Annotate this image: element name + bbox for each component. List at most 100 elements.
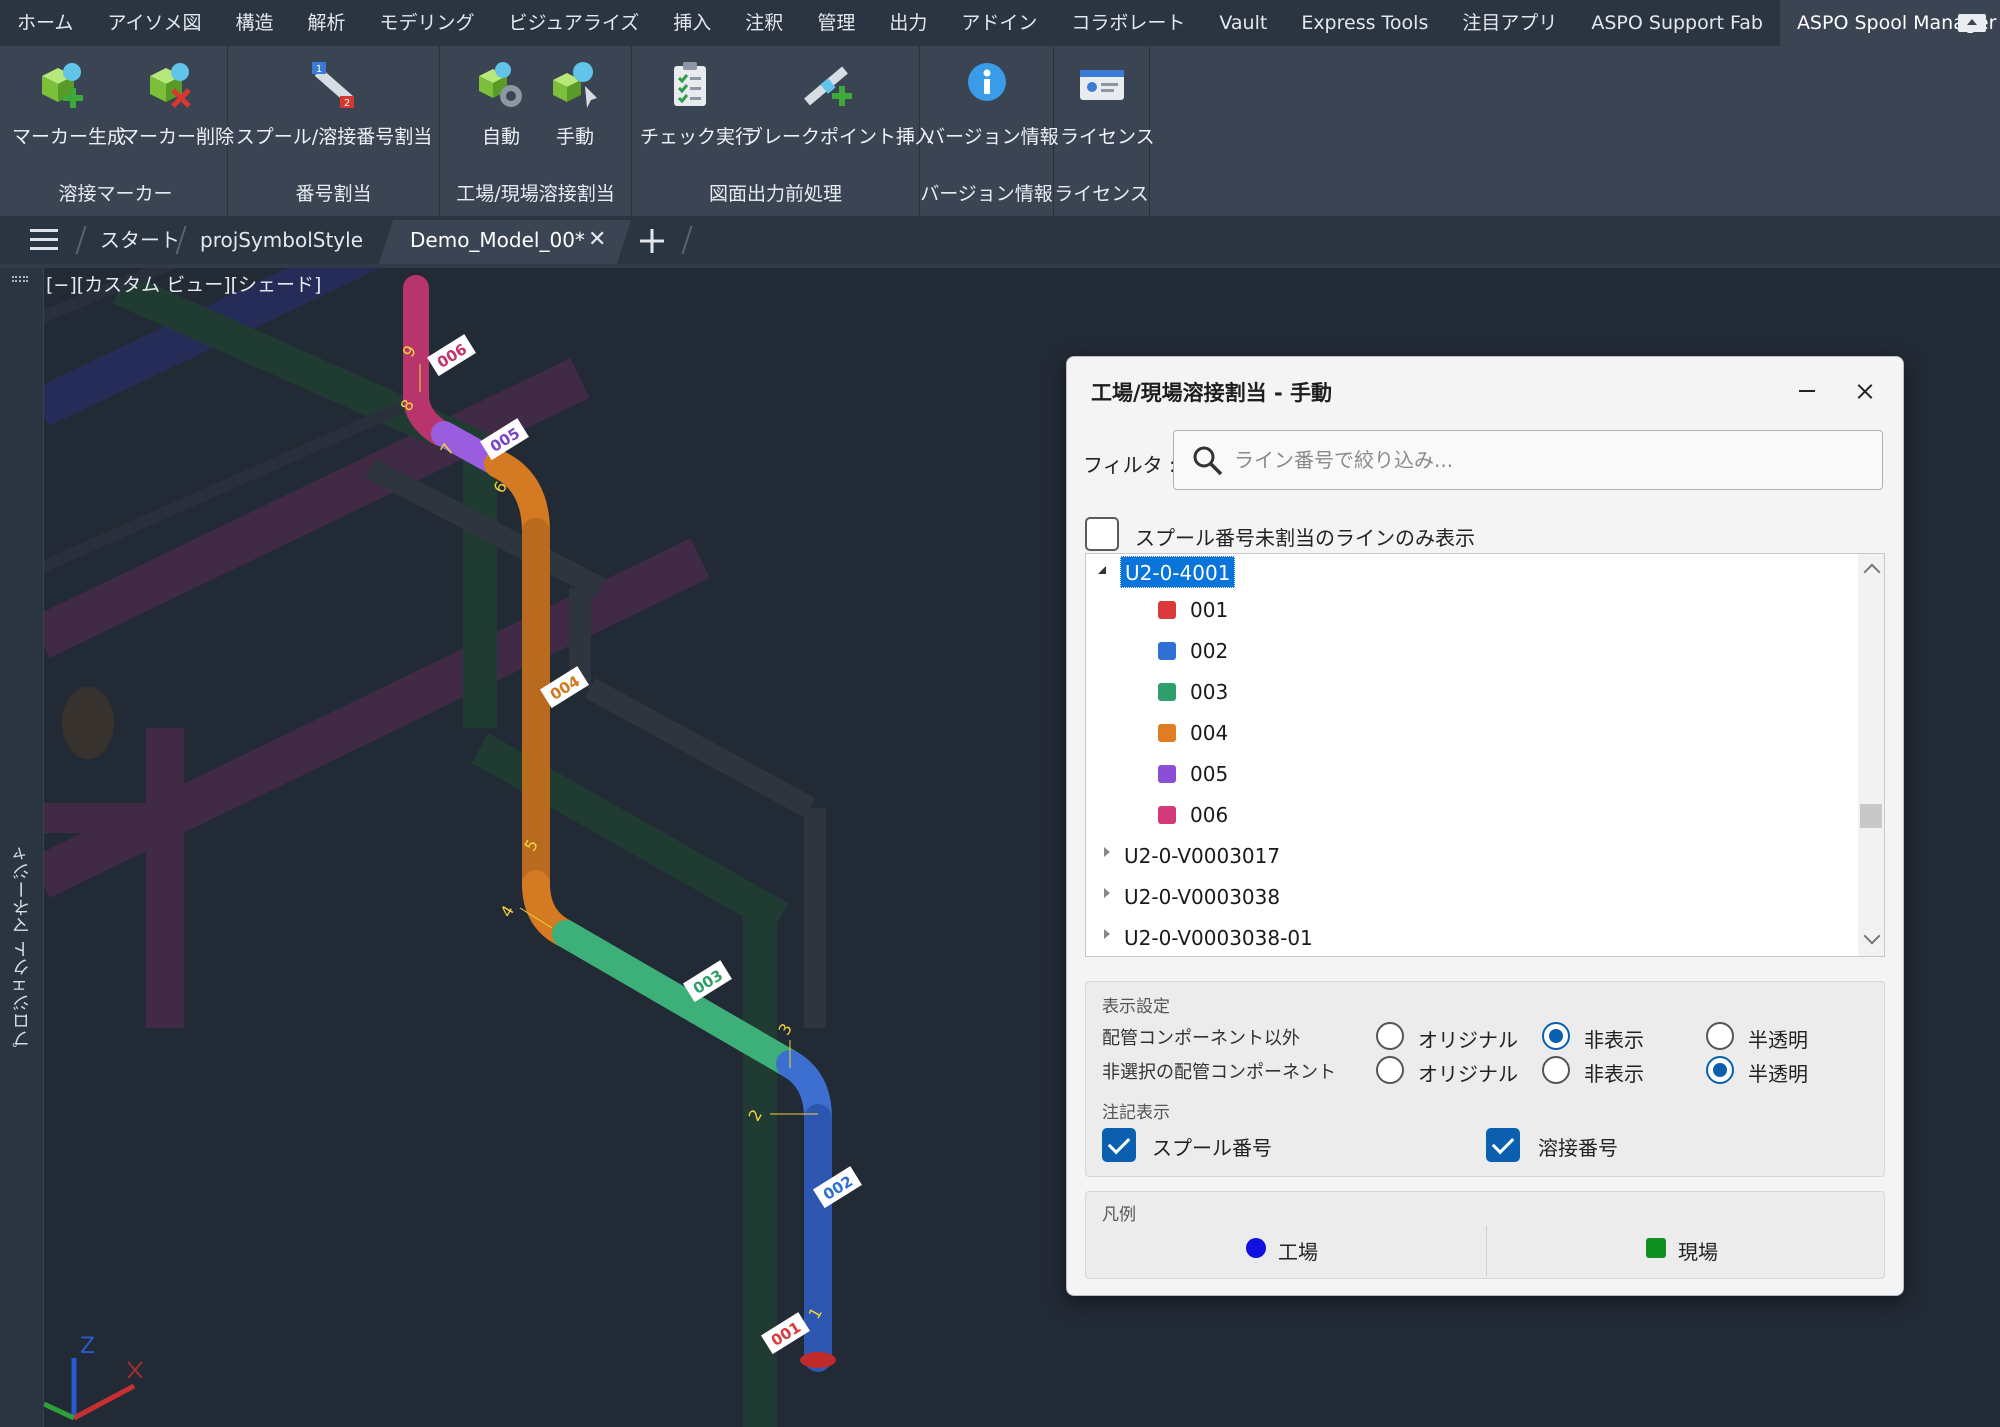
- insert-breakpoint-button[interactable]: ブレークポイント挿入: [744, 58, 934, 149]
- ribbon-tab[interactable]: アイソメ図: [90, 0, 218, 46]
- axis-z-label: Z: [80, 1334, 95, 1359]
- group-title-weld-marker: 溶接マーカー: [58, 183, 173, 205]
- option-label: オリジナル: [1418, 1028, 1518, 1052]
- non-piping-hidden-radio[interactable]: [1542, 1022, 1570, 1050]
- filter-label: フィルタ :: [1083, 453, 1176, 477]
- svg-text:1: 1: [316, 64, 322, 75]
- tree-node-spool-001[interactable]: 001: [1190, 591, 1228, 629]
- weld-number-label: 溶接番号: [1538, 1136, 1618, 1160]
- viewport-control-label[interactable]: [−][カスタム ビュー][シェード]: [46, 270, 321, 297]
- spool-color-swatch-005: [1158, 765, 1176, 783]
- option-label: 半透明: [1748, 1062, 1808, 1086]
- expand-arrow-icon[interactable]: [1104, 846, 1111, 858]
- spool-number-label: スプール番号: [1152, 1136, 1272, 1160]
- expand-arrow-icon[interactable]: [1104, 887, 1111, 899]
- version-info-button[interactable]: バージョン情報: [926, 58, 1059, 149]
- tree-node-spool-006[interactable]: 006: [1190, 796, 1228, 834]
- ribbon-tab[interactable]: 挿入: [656, 0, 728, 46]
- delete-marker-button[interactable]: マーカー削除: [120, 58, 235, 149]
- create-marker-button[interactable]: マーカー生成: [12, 58, 127, 149]
- non-piping-original-radio[interactable]: [1376, 1022, 1404, 1050]
- grip-icon[interactable]: [12, 276, 28, 282]
- ribbon-tab[interactable]: Vault: [1202, 0, 1284, 46]
- checklist-icon: [674, 62, 706, 106]
- weld-number-checkbox[interactable]: [1486, 1128, 1520, 1162]
- tab-proj-symbol-style[interactable]: projSymbolStyle: [200, 216, 363, 264]
- spool-color-swatch-006: [1158, 806, 1176, 824]
- spool-number-checkbox[interactable]: [1102, 1128, 1136, 1162]
- tree-scrollbar[interactable]: [1858, 554, 1884, 956]
- tree-node-spool-002[interactable]: 002: [1190, 632, 1228, 670]
- spool-end-001[interactable]: [800, 1352, 836, 1368]
- unselected-translucent-radio[interactable]: [1706, 1056, 1734, 1084]
- ribbon-tab[interactable]: モデリング: [363, 0, 492, 46]
- create-marker-label: マーカー生成: [12, 126, 127, 148]
- scrollbar-thumb[interactable]: [1860, 804, 1882, 828]
- tree-node-line[interactable]: U2-0-V0003038-01: [1124, 919, 1313, 956]
- scroll-down-icon[interactable]: [1863, 927, 1881, 945]
- ribbon-tab[interactable]: Express Tools: [1284, 0, 1445, 46]
- ribbon-tab[interactable]: 管理: [800, 0, 872, 46]
- tab-start[interactable]: スタート: [100, 216, 180, 264]
- project-manager-label[interactable]: プロジェクト マネージャ: [10, 844, 34, 1048]
- ribbon-tab[interactable]: 出力: [872, 0, 944, 46]
- collapse-arrow-icon[interactable]: [1098, 566, 1106, 574]
- assign-number-button[interactable]: 1 2 スプール/溶接番号割当: [234, 58, 434, 149]
- shop-legend-dot: [1246, 1238, 1266, 1258]
- non-piping-row-label: 配管コンポーネント以外: [1102, 1028, 1300, 1049]
- unselected-original-radio[interactable]: [1376, 1056, 1404, 1084]
- tree-node-spool-003[interactable]: 003: [1190, 673, 1228, 711]
- license-button[interactable]: ライセンス: [1060, 58, 1155, 149]
- assign-number-label: スプール/溶接番号割当: [235, 126, 433, 148]
- tree-node-line[interactable]: U2-0-V0003038: [1124, 878, 1280, 916]
- minimize-icon[interactable]: [1787, 371, 1827, 411]
- expand-arrow-icon[interactable]: [1104, 928, 1111, 940]
- ribbon-tab[interactable]: ASPO Support Fab: [1574, 0, 1780, 46]
- non-piping-translucent-radio[interactable]: [1706, 1022, 1734, 1050]
- group-license: ライセンス ライセンス: [1054, 46, 1155, 216]
- close-icon[interactable]: [1845, 371, 1885, 411]
- ribbon-tab[interactable]: ホーム: [0, 0, 90, 46]
- ribbon-tab[interactable]: 注目アプリ: [1445, 0, 1574, 46]
- spool-color-swatch-002: [1158, 642, 1176, 660]
- ribbon-tab[interactable]: アドイン: [944, 0, 1054, 46]
- line-tree[interactable]: U2-0-4001 001 002 003 004 005 006 U2-0-V…: [1085, 553, 1885, 957]
- menu-icon[interactable]: [30, 229, 58, 251]
- tree-node-line[interactable]: U2-0-V0003017: [1124, 837, 1280, 875]
- ribbon-tab[interactable]: 構造: [219, 0, 291, 46]
- group-title-shop-field: 工場/現場溶接割当: [456, 183, 615, 205]
- manual-assign-icon: [553, 62, 597, 108]
- ribbon-tab[interactable]: 解析: [291, 0, 363, 46]
- delete-marker-label: マーカー削除: [120, 126, 235, 148]
- run-check-button[interactable]: チェック実行: [640, 58, 754, 149]
- close-tab-icon[interactable]: ✕: [588, 216, 606, 264]
- ribbon-tab-bar: ホーム アイソメ図 構造 解析 モデリング ビジュアライズ 挿入 注釈 管理 出力 アドイン コラボレ…: [0, 0, 2000, 46]
- weld-number-3[interactable]: 3: [774, 1020, 796, 1038]
- filter-input[interactable]: [1234, 441, 1854, 479]
- manual-assign-label: 手動: [555, 126, 594, 148]
- weld-number-4[interactable]: 4: [496, 902, 518, 920]
- only-unassigned-label: スプール番号未割当のラインのみ表示: [1135, 526, 1475, 550]
- ribbon-tab[interactable]: 注釈: [728, 0, 800, 46]
- tree-node-spool-004[interactable]: 004: [1190, 714, 1228, 752]
- ribbon-tab[interactable]: コラボレート: [1054, 0, 1202, 46]
- ribbon-tab[interactable]: ビジュアライズ: [492, 0, 657, 46]
- tree-node-root[interactable]: U2-0-4001: [1120, 556, 1236, 588]
- new-tab-icon[interactable]: [640, 229, 664, 253]
- ribbon-minimize-icon[interactable]: [1958, 14, 1986, 32]
- manual-assign-button[interactable]: 手動: [540, 58, 610, 149]
- spool-color-swatch-001: [1158, 601, 1176, 619]
- group-preprocess: チェック実行 ブレークポイント挿入 図面出力前処理: [632, 46, 934, 216]
- tab-demo-model[interactable]: Demo_Model_00*: [410, 216, 585, 264]
- auto-assign-icon: [479, 62, 522, 107]
- tree-node-spool-005[interactable]: 005: [1190, 755, 1228, 793]
- bg-pipe-purple: [30, 358, 590, 658]
- unselected-hidden-radio[interactable]: [1542, 1056, 1570, 1084]
- auto-assign-button[interactable]: 自動: [466, 58, 536, 149]
- only-unassigned-checkbox[interactable]: [1085, 517, 1119, 551]
- filter-field[interactable]: [1173, 430, 1883, 490]
- insert-breakpoint-icon: [804, 66, 852, 106]
- scroll-up-icon[interactable]: [1863, 563, 1881, 581]
- auto-assign-label: 自動: [481, 126, 520, 148]
- license-card-icon: [1080, 70, 1124, 100]
